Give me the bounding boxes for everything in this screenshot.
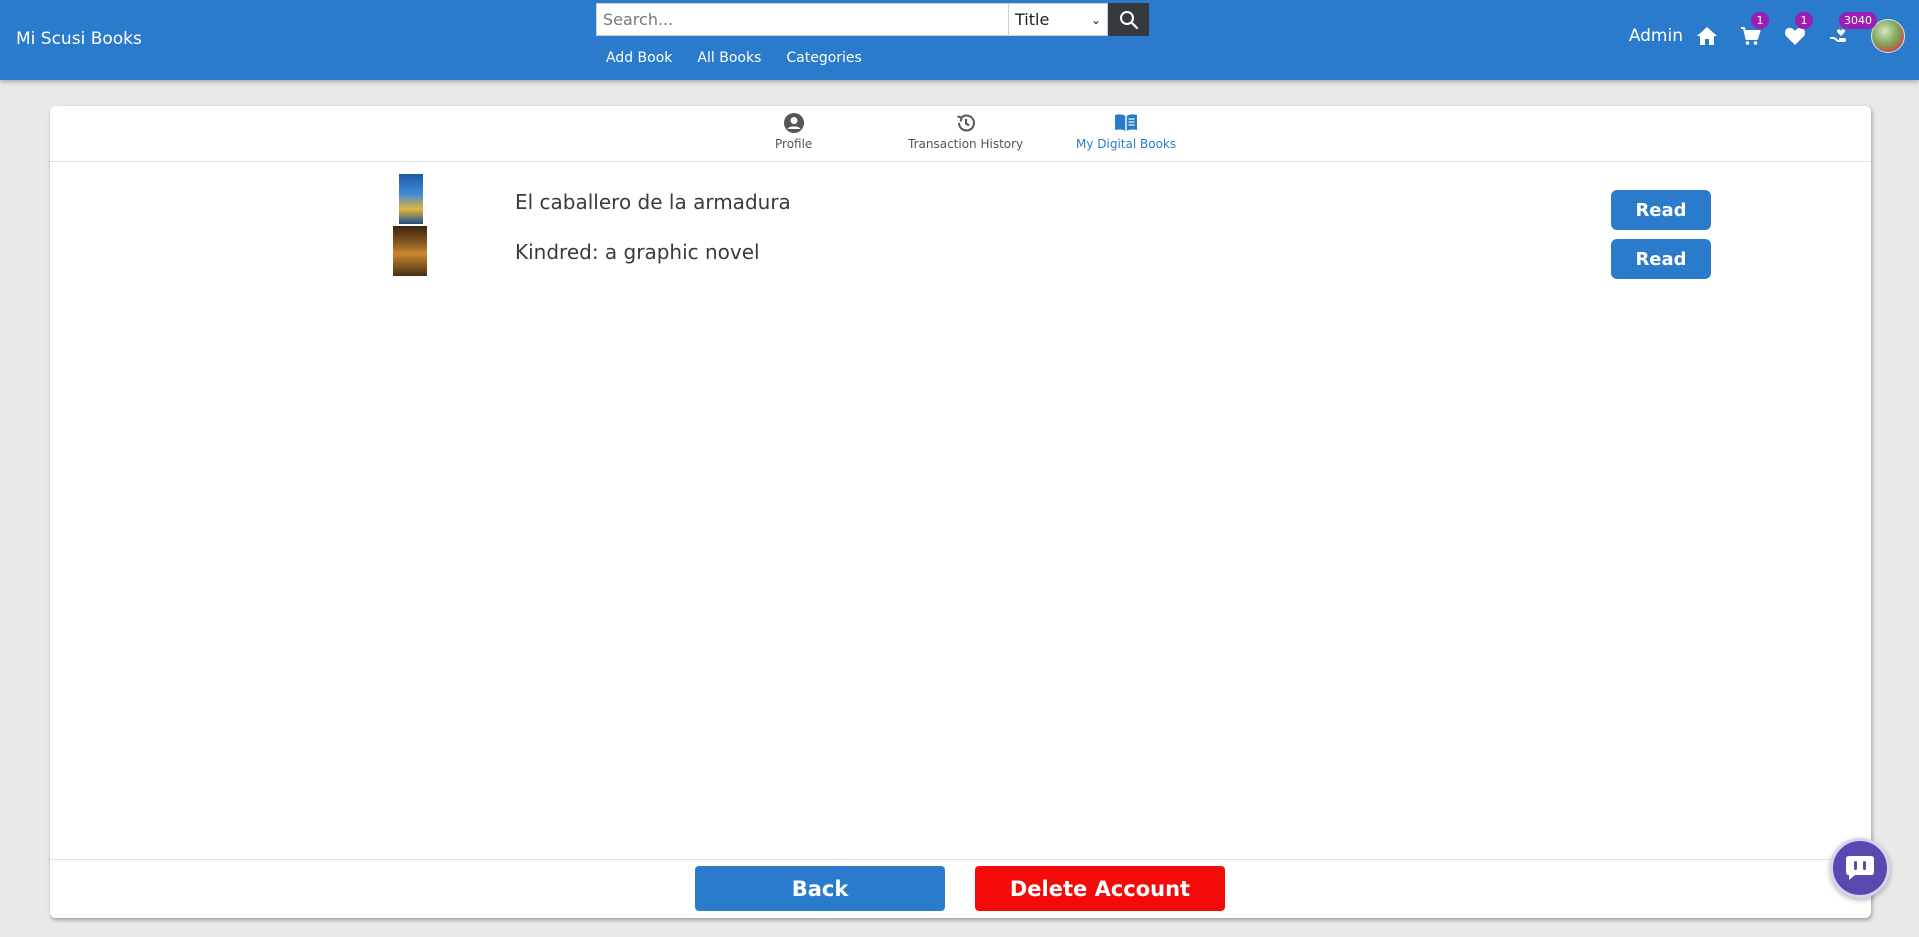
tab-profile[interactable]: Profile: [775, 112, 812, 151]
home-button[interactable]: [1695, 24, 1719, 48]
tab-profile-label: Profile: [775, 137, 813, 151]
home-icon: [1697, 27, 1717, 45]
points-button[interactable]: 3040: [1827, 12, 1877, 48]
chat-button[interactable]: [1830, 838, 1890, 898]
search-bar: Title ⌄: [596, 3, 1149, 36]
chevron-down-icon: ⌄: [1090, 12, 1101, 27]
wishlist-count-badge: 1: [1795, 12, 1813, 29]
account-tabs: Profile Transaction History My Digital B…: [50, 106, 1871, 162]
search-button[interactable]: [1108, 3, 1149, 36]
cart-button[interactable]: 1: [1739, 12, 1769, 48]
book-title[interactable]: El caballero de la armadura: [515, 190, 791, 214]
tab-my-digital-books-label: My Digital Books: [1076, 137, 1177, 151]
main-nav: Add Book All Books Categories: [606, 50, 887, 66]
search-icon: [1119, 10, 1138, 29]
cart-count-badge: 1: [1751, 12, 1769, 29]
search-filter-select[interactable]: Title ⌄: [1008, 3, 1108, 36]
account-card: Profile Transaction History My Digital B…: [50, 106, 1871, 918]
user-name[interactable]: Admin: [1629, 26, 1683, 46]
cart-icon: [1741, 27, 1761, 45]
book-title[interactable]: Kindred: a graphic novel: [515, 240, 760, 264]
search-filter-value: Title: [1015, 10, 1050, 29]
points-count-badge: 3040: [1839, 12, 1877, 29]
read-button[interactable]: Read: [1611, 190, 1711, 230]
nav-add-book[interactable]: Add Book: [606, 50, 672, 66]
user-circle-icon: [783, 113, 804, 133]
wishlist-button[interactable]: 1: [1783, 12, 1813, 48]
read-button[interactable]: Read: [1611, 239, 1711, 279]
hand-heart-icon: [1830, 29, 1847, 42]
tab-my-digital-books[interactable]: My Digital Books: [1076, 112, 1176, 151]
book-cover-image[interactable]: [393, 226, 427, 276]
user-area: Admin 1 1 3040: [1629, 12, 1905, 56]
nav-categories[interactable]: Categories: [786, 50, 861, 66]
heart-icon: [1784, 27, 1806, 45]
open-book-icon: [1115, 114, 1138, 131]
chat-bubble-icon: [1846, 856, 1874, 880]
tab-transaction-history[interactable]: Transaction History: [908, 112, 1023, 151]
search-input[interactable]: [596, 3, 1008, 36]
list-item: Kindred: a graphic novel Read: [50, 226, 1871, 279]
brand-logo-text[interactable]: Mi Scusi Books: [16, 29, 142, 49]
delete-account-button[interactable]: Delete Account: [975, 866, 1225, 911]
tab-transaction-history-label: Transaction History: [908, 137, 1024, 151]
footer-divider: [50, 859, 1871, 860]
nav-all-books[interactable]: All Books: [697, 50, 761, 66]
back-button[interactable]: Back: [695, 866, 945, 911]
list-item: El caballero de la armadura Read: [50, 174, 1871, 230]
book-cover-image[interactable]: [399, 174, 423, 224]
top-navbar: Mi Scusi Books Title ⌄ Add Book All Book…: [0, 0, 1919, 80]
history-icon: [956, 114, 975, 132]
